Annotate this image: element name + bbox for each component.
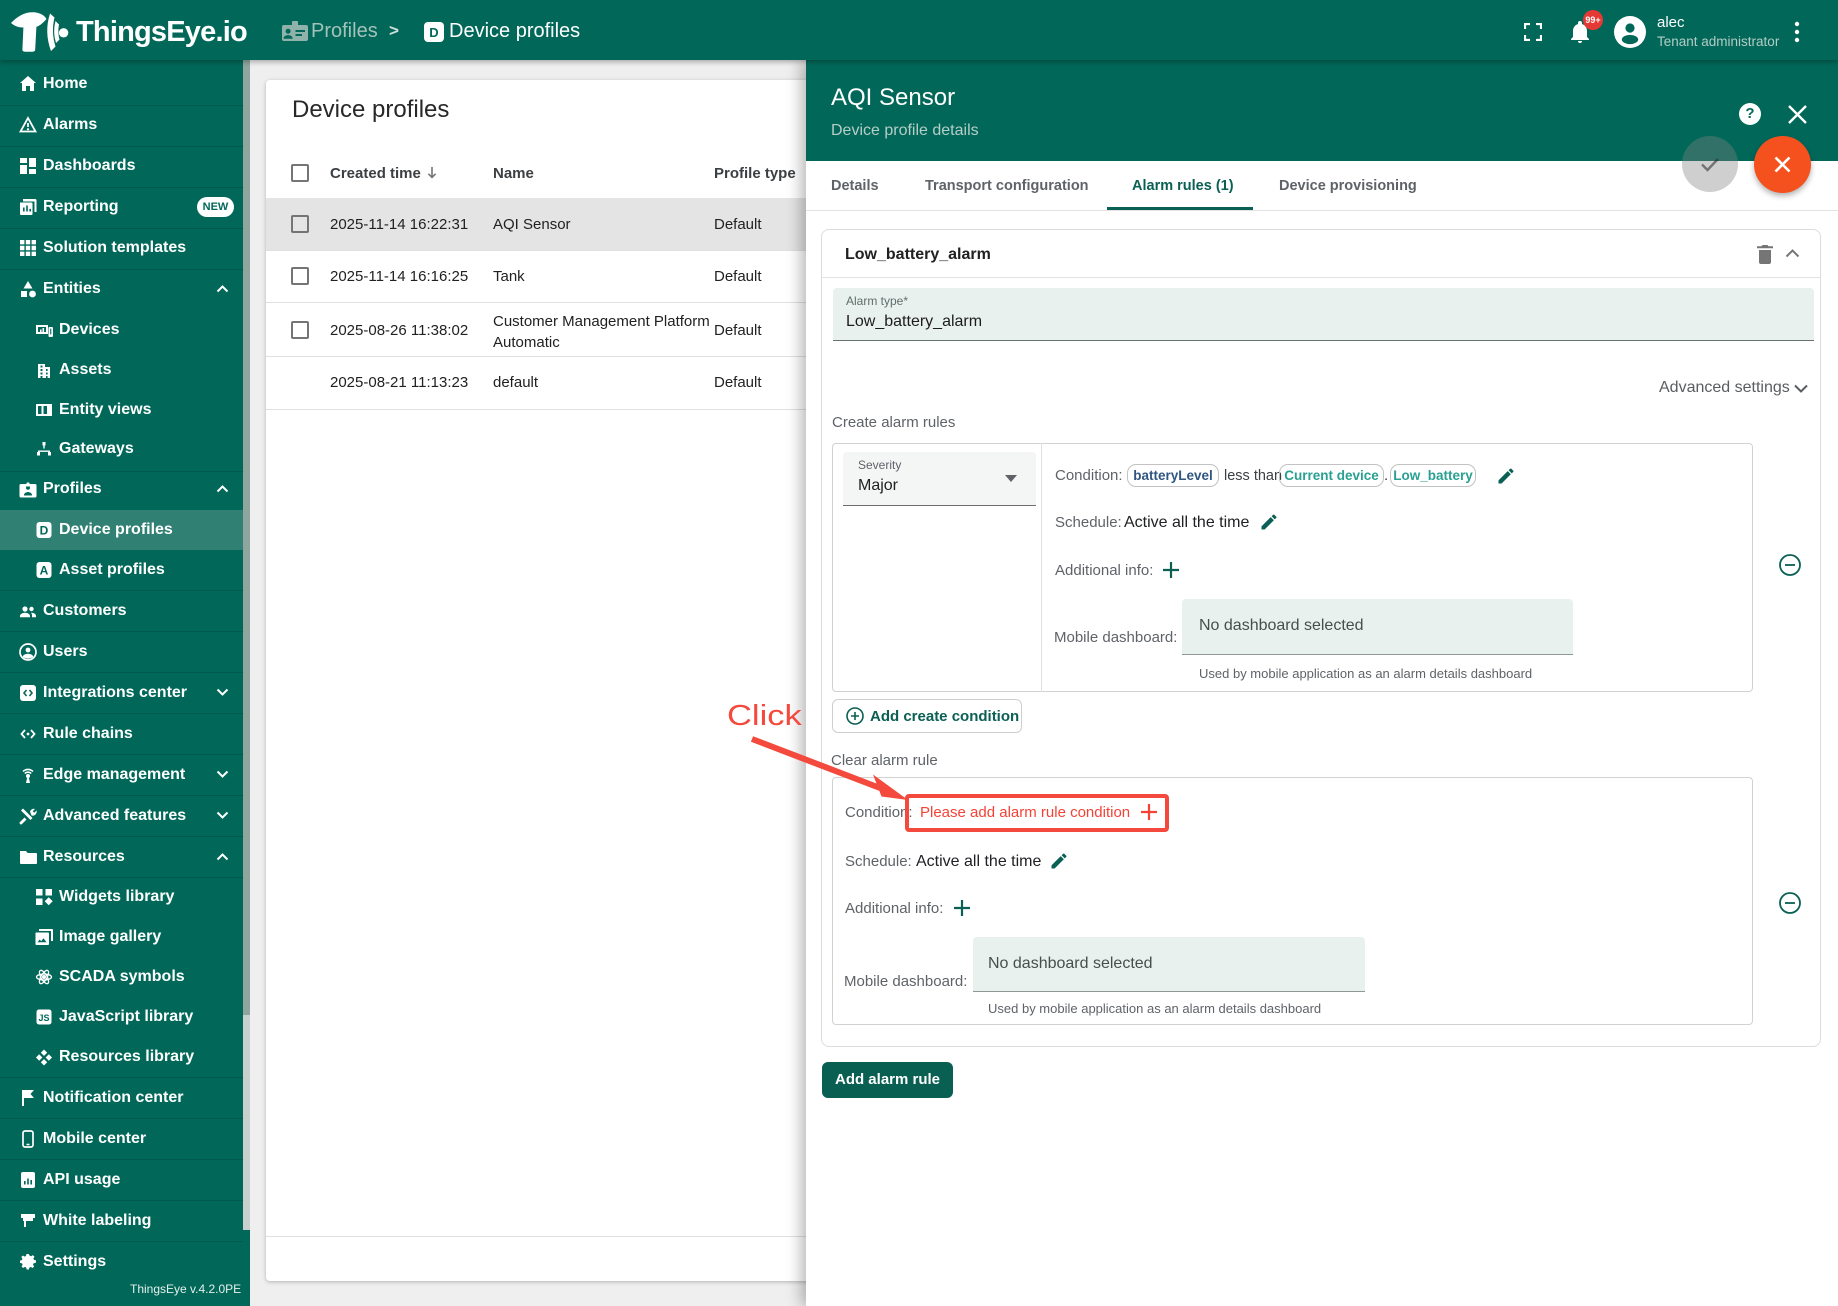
svg-text:A: A [40, 564, 49, 578]
svg-text:D: D [429, 25, 438, 40]
svg-text:D: D [40, 524, 49, 538]
svg-text:JS: JS [38, 1013, 49, 1023]
